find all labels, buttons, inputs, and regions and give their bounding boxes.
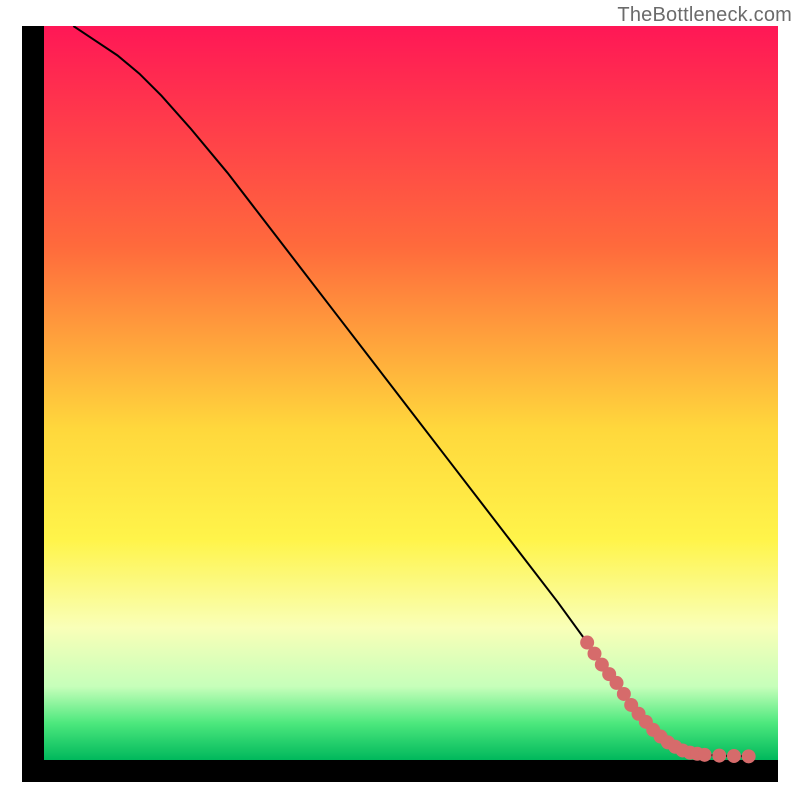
chart-svg	[22, 26, 778, 782]
highlight-marker	[712, 749, 726, 763]
highlight-marker	[727, 749, 741, 763]
chart-frame	[22, 26, 778, 782]
attribution-text: TheBottleneck.com	[617, 4, 792, 27]
plot-gradient-area	[44, 26, 778, 760]
highlight-marker	[698, 748, 712, 762]
highlight-marker	[742, 749, 756, 763]
